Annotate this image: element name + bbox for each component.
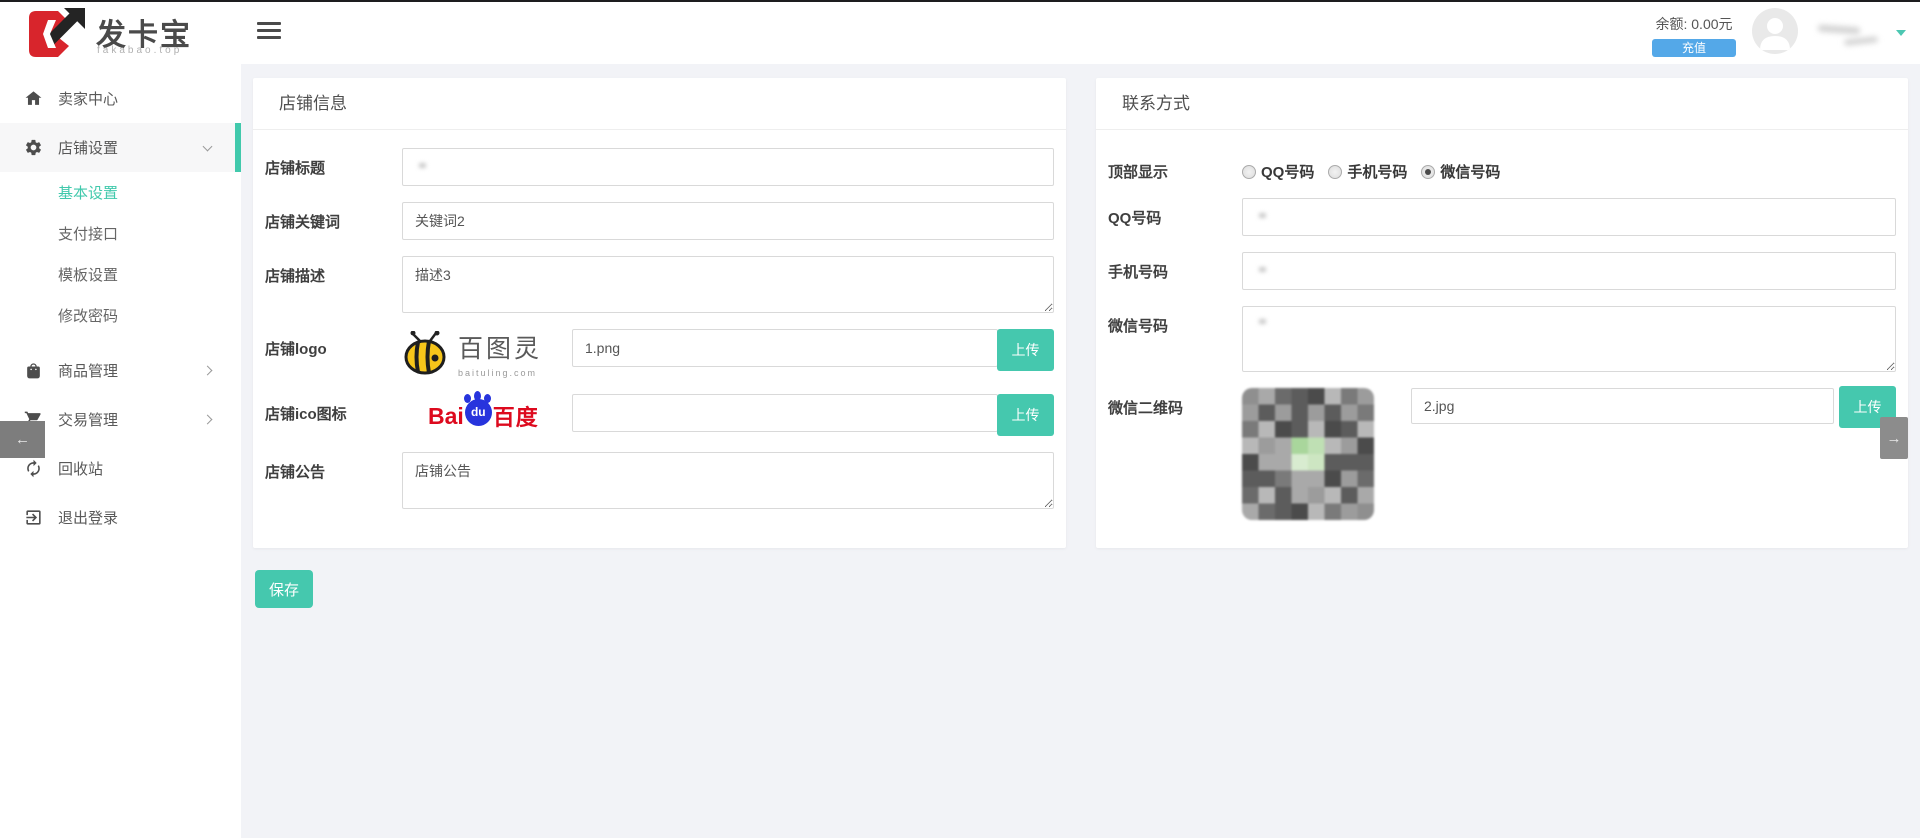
- balance-text: 余额: 0.00元: [1655, 16, 1732, 32]
- radio-option-mobile[interactable]: 手机号码: [1328, 161, 1407, 182]
- sidebar-item-seller-center[interactable]: 卖家中心: [0, 74, 241, 123]
- baidu-paw-icon: du: [465, 399, 492, 426]
- sidebar-item-label: 店铺设置: [58, 137, 118, 158]
- logout-icon: [24, 508, 43, 527]
- top-display-radio-group: QQ号码 手机号码 微信号码: [1242, 154, 1514, 182]
- contact-card-title: 联系方式: [1096, 78, 1908, 130]
- recharge-button[interactable]: 充值: [1652, 39, 1736, 57]
- baidu-logo-cn-text: 百度: [493, 400, 539, 432]
- sidebar-item-label: 商品管理: [58, 360, 118, 381]
- contact-card: 联系方式 顶部显示 QQ号码 手机号码 微信号码 QQ号码: [1096, 78, 1908, 548]
- sidebar-toggle-hamburger-icon[interactable]: [257, 22, 281, 40]
- top-header: 余额: 0.00元 充值: [241, 0, 1920, 64]
- wechat-qr-image: [1242, 388, 1374, 520]
- radio-icon: [1242, 165, 1256, 179]
- sidebar-item-label: 卖家中心: [58, 88, 118, 109]
- shop-description-label: 店铺描述: [265, 256, 402, 286]
- brand-logo-icon: [26, 7, 88, 61]
- collapse-left-arrow-button[interactable]: ←: [0, 421, 45, 458]
- baituling-bee-icon: [402, 331, 450, 377]
- sidebar-subitem-label: 修改密码: [58, 305, 118, 326]
- sidebar-menu: 卖家中心 店铺设置 基本设置 支付接口 模板设置 修改密码 商品管理 交: [0, 66, 241, 542]
- sidebar-item-label: 退出登录: [58, 507, 118, 528]
- sidebar-subitem-payment-api[interactable]: 支付接口: [0, 213, 241, 254]
- wechat-number-label: 微信号码: [1108, 306, 1242, 336]
- radio-option-wechat[interactable]: 微信号码: [1421, 161, 1500, 182]
- sidebar-subitem-label: 基本设置: [58, 182, 118, 203]
- sidebar-subitem-label: 模板设置: [58, 264, 118, 285]
- sidebar-item-label: 交易管理: [58, 409, 118, 430]
- avatar-placeholder-icon: [1752, 8, 1798, 54]
- shop-logo-filename-input[interactable]: [572, 329, 998, 367]
- wechat-qr-filename-input[interactable]: [1411, 388, 1834, 424]
- shop-notice-label: 店铺公告: [265, 452, 402, 482]
- mobile-number-label: 手机号码: [1108, 252, 1242, 282]
- shopping-bag-icon: [24, 361, 43, 380]
- sidebar: 发卡宝 fakabao.top 卖家中心 店铺设置 基本设置 支付接口 模板设置…: [0, 0, 241, 838]
- baidu-logo-bai-text: Bai: [428, 403, 464, 430]
- shop-notice-textarea[interactable]: 店铺公告: [402, 452, 1054, 509]
- wechat-number-textarea[interactable]: [1242, 306, 1896, 372]
- sidebar-subitem-change-password[interactable]: 修改密码: [0, 295, 241, 336]
- sidebar-subitem-template-settings[interactable]: 模板设置: [0, 254, 241, 295]
- qq-number-input[interactable]: [1242, 198, 1896, 236]
- shop-keywords-label: 店铺关键词: [265, 202, 402, 232]
- shop-ico-upload-button[interactable]: 上传: [997, 394, 1054, 436]
- username-redacted: [1814, 20, 1888, 50]
- brand-logo[interactable]: 发卡宝 fakabao.top: [0, 0, 241, 66]
- shop-info-card: 店铺信息 店铺标题 店铺关键词 店铺描述 描述3 店铺logo: [253, 78, 1066, 548]
- chevron-down-icon: [203, 141, 213, 151]
- sidebar-item-label: 回收站: [58, 458, 103, 479]
- shop-ico-label: 店铺ico图标: [265, 394, 402, 424]
- save-button[interactable]: 保存: [255, 570, 313, 608]
- shop-title-label: 店铺标题: [265, 148, 402, 178]
- top-display-label: 顶部显示: [1108, 154, 1242, 182]
- gear-icon: [24, 138, 43, 157]
- wechat-qr-label: 微信二维码: [1108, 388, 1242, 418]
- radio-checked-icon: [1421, 165, 1435, 179]
- sidebar-item-shop-settings[interactable]: 店铺设置: [0, 123, 241, 172]
- radio-option-qq[interactable]: QQ号码: [1242, 161, 1314, 182]
- chevron-right-icon: [203, 415, 213, 425]
- user-menu-caret-icon[interactable]: [1896, 30, 1906, 36]
- sidebar-subitem-basic-settings[interactable]: 基本设置: [0, 172, 241, 213]
- recycle-icon: [24, 459, 43, 478]
- qq-number-label: QQ号码: [1108, 198, 1242, 228]
- sidebar-item-goods-management[interactable]: 商品管理: [0, 346, 241, 395]
- home-icon: [24, 89, 43, 108]
- top-border-strip: [0, 0, 1920, 2]
- chevron-right-icon: [203, 366, 213, 376]
- shop-logo-preview: 百图灵 baituling.com: [402, 329, 550, 378]
- shop-title-input[interactable]: [402, 148, 1054, 186]
- baituling-logo-text: 百图灵: [458, 329, 542, 365]
- baituling-logo-domain: baituling.com: [458, 368, 542, 378]
- shop-ico-preview: Bai du 百度: [402, 394, 550, 432]
- shop-logo-upload-button[interactable]: 上传: [997, 329, 1054, 371]
- expand-right-arrow-button[interactable]: →: [1880, 417, 1908, 459]
- shop-ico-filename-input[interactable]: [572, 394, 998, 432]
- avatar[interactable]: [1752, 8, 1798, 54]
- shop-description-textarea[interactable]: 描述3: [402, 256, 1054, 313]
- sidebar-subitem-label: 支付接口: [58, 223, 118, 244]
- active-indicator-bar: [235, 123, 241, 172]
- shop-keywords-input[interactable]: [402, 202, 1054, 240]
- radio-icon: [1328, 165, 1342, 179]
- shop-logo-label: 店铺logo: [265, 329, 402, 359]
- brand-domain: fakabao.top: [97, 45, 182, 56]
- sidebar-item-logout[interactable]: 退出登录: [0, 493, 241, 542]
- mobile-number-input[interactable]: [1242, 252, 1896, 290]
- shop-info-card-title: 店铺信息: [253, 78, 1066, 130]
